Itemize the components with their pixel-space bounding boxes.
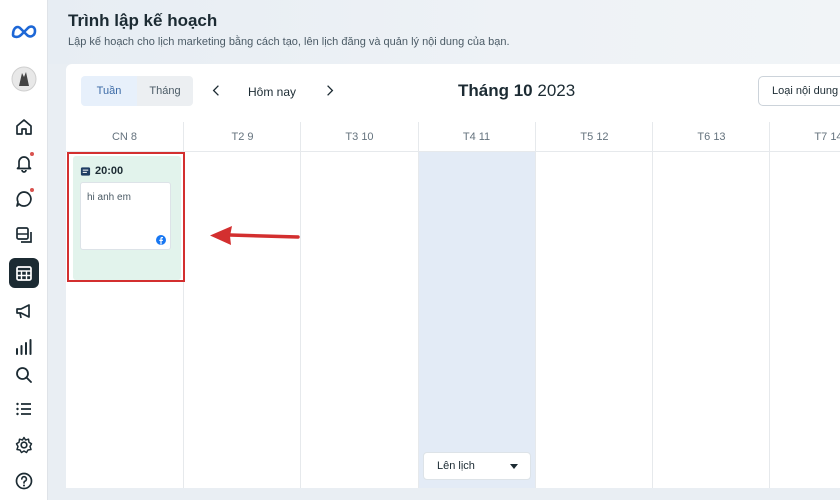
meta-logo[interactable]: [9, 16, 39, 46]
sidebar-item-inbox[interactable]: [9, 184, 39, 214]
chevron-left-icon: [212, 84, 219, 96]
notification-dot: [29, 151, 35, 157]
day-header-sun: CN 8: [111, 131, 138, 143]
day-header-sat: T7 14: [814, 131, 840, 143]
planner-icon: [16, 266, 32, 281]
home-icon: [16, 119, 32, 135]
sidebar-item-home[interactable]: [9, 112, 39, 142]
page-subtitle: Lập kế hoạch cho lịch marketing bằng các…: [68, 36, 510, 48]
column-divider: [418, 122, 419, 488]
notification-dot: [29, 187, 35, 193]
column-divider: [769, 122, 770, 488]
highlight-box: [67, 152, 185, 282]
insights-icon: [16, 339, 32, 355]
meta-icon: [11, 25, 37, 39]
day-header-fri: T6 13: [697, 131, 726, 143]
column-divider: [652, 122, 653, 488]
help-icon: [15, 472, 33, 490]
calendar-toolbar: Tuần Tháng Hôm nay Tháng 10 2023 Loại nộ…: [66, 64, 840, 122]
column-divider: [300, 122, 301, 488]
sidebar-item-notifications[interactable]: [9, 148, 39, 178]
month-view-button[interactable]: Tháng: [137, 76, 193, 106]
day-header-wed: T4 11: [462, 131, 491, 143]
schedule-button-label: Lên lịch: [437, 460, 475, 472]
sidebar-item-ads[interactable]: [9, 296, 39, 326]
sidebar-item-content[interactable]: [9, 220, 39, 250]
previous-button[interactable]: [208, 81, 224, 99]
sidebar-item-insights[interactable]: [9, 332, 39, 362]
column-divider: [535, 122, 536, 488]
header: [48, 0, 840, 64]
content-type-dropdown[interactable]: Loại nội dung: [758, 76, 840, 106]
list-icon: [16, 402, 31, 416]
pages-icon: [16, 227, 32, 243]
avatar[interactable]: [9, 64, 39, 94]
week-view-button[interactable]: Tuần: [81, 76, 137, 106]
schedule-button[interactable]: Lên lịch: [423, 452, 531, 480]
month-name: Tháng 10: [458, 81, 533, 100]
current-month-label: Tháng 10 2023: [458, 81, 575, 101]
sidebar-item-search[interactable]: [9, 360, 39, 390]
today-button[interactable]: Hôm nay: [248, 85, 296, 99]
sidebar-item-all-tools[interactable]: [9, 394, 39, 424]
chevron-right-icon: [327, 84, 334, 96]
annotation-arrow-icon: [210, 226, 300, 245]
today-column-highlight: [418, 152, 535, 488]
sidebar: [0, 0, 48, 500]
day-header-thu: T5 12: [580, 131, 609, 143]
day-header-mon: T2 9: [231, 131, 254, 143]
sidebar-item-help[interactable]: [9, 466, 39, 496]
settings-icon: [15, 436, 33, 454]
megaphone-icon: [16, 304, 30, 319]
sidebar-item-planner[interactable]: [9, 258, 39, 288]
search-icon: [16, 367, 32, 383]
caret-down-icon: [510, 464, 518, 469]
next-button[interactable]: [322, 81, 338, 99]
year: 2023: [537, 81, 576, 100]
avatar-icon: [11, 66, 37, 92]
page-title: Trình lập kế hoạch: [68, 11, 218, 30]
day-header-tue: T3 10: [345, 131, 374, 143]
sidebar-item-settings[interactable]: [9, 430, 39, 460]
